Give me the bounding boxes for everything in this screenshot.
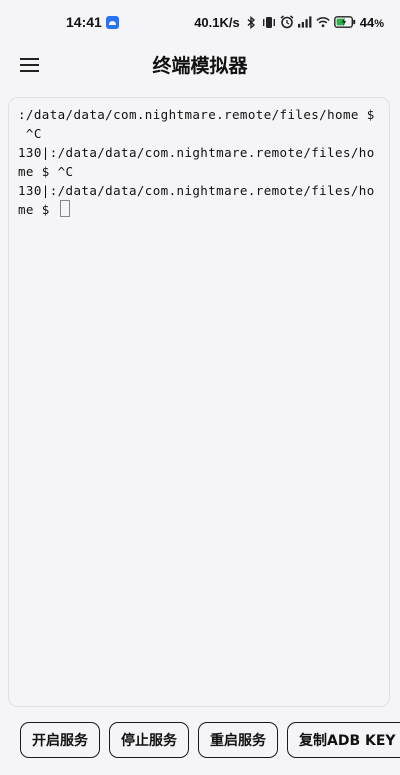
battery-percent: 44% xyxy=(359,14,384,30)
status-indicators: 40.1K/s 44% xyxy=(194,15,384,30)
network-speed: 40.1K/s xyxy=(194,14,240,30)
terminal-prompt-line: me $ xyxy=(18,200,383,219)
terminal-line: :/data/data/com.nightmare.remote/files/h… xyxy=(18,107,375,122)
signal-icon xyxy=(297,15,312,29)
action-button-row: 开启服务 停止服务 重启服务 复制ADB KEY xyxy=(20,722,400,760)
copy-adb-key-button[interactable]: 复制ADB KEY xyxy=(287,722,400,758)
battery-charging-icon xyxy=(333,15,356,29)
terminal-output[interactable]: :/data/data/com.nightmare.remote/files/h… xyxy=(8,97,390,707)
terminal-prompt: me $ xyxy=(18,202,58,217)
vibrate-icon xyxy=(262,15,276,29)
stop-service-button[interactable]: 停止服务 xyxy=(109,722,189,758)
status-bar: 14:41 40.1K/s 44% xyxy=(0,0,400,44)
terminal-line: 130|:/data/data/com.nightmare.remote/fil… xyxy=(18,145,375,160)
terminal-line: ^C xyxy=(18,126,42,141)
app-bar: 终端模拟器 xyxy=(0,44,400,84)
restart-service-button[interactable]: 重启服务 xyxy=(198,722,278,758)
terminal-line: me $ ^C xyxy=(18,164,74,179)
terminal-line: 130|:/data/data/com.nightmare.remote/fil… xyxy=(18,183,375,198)
page-title: 终端模拟器 xyxy=(152,55,248,77)
bluetooth-icon xyxy=(244,15,258,29)
alarm-icon xyxy=(280,15,294,29)
start-service-button[interactable]: 开启服务 xyxy=(20,722,100,758)
wifi-icon xyxy=(316,15,330,29)
app-notification-icon xyxy=(105,15,119,29)
terminal-cursor[interactable] xyxy=(59,200,70,217)
status-time: 14:41 xyxy=(66,14,102,30)
